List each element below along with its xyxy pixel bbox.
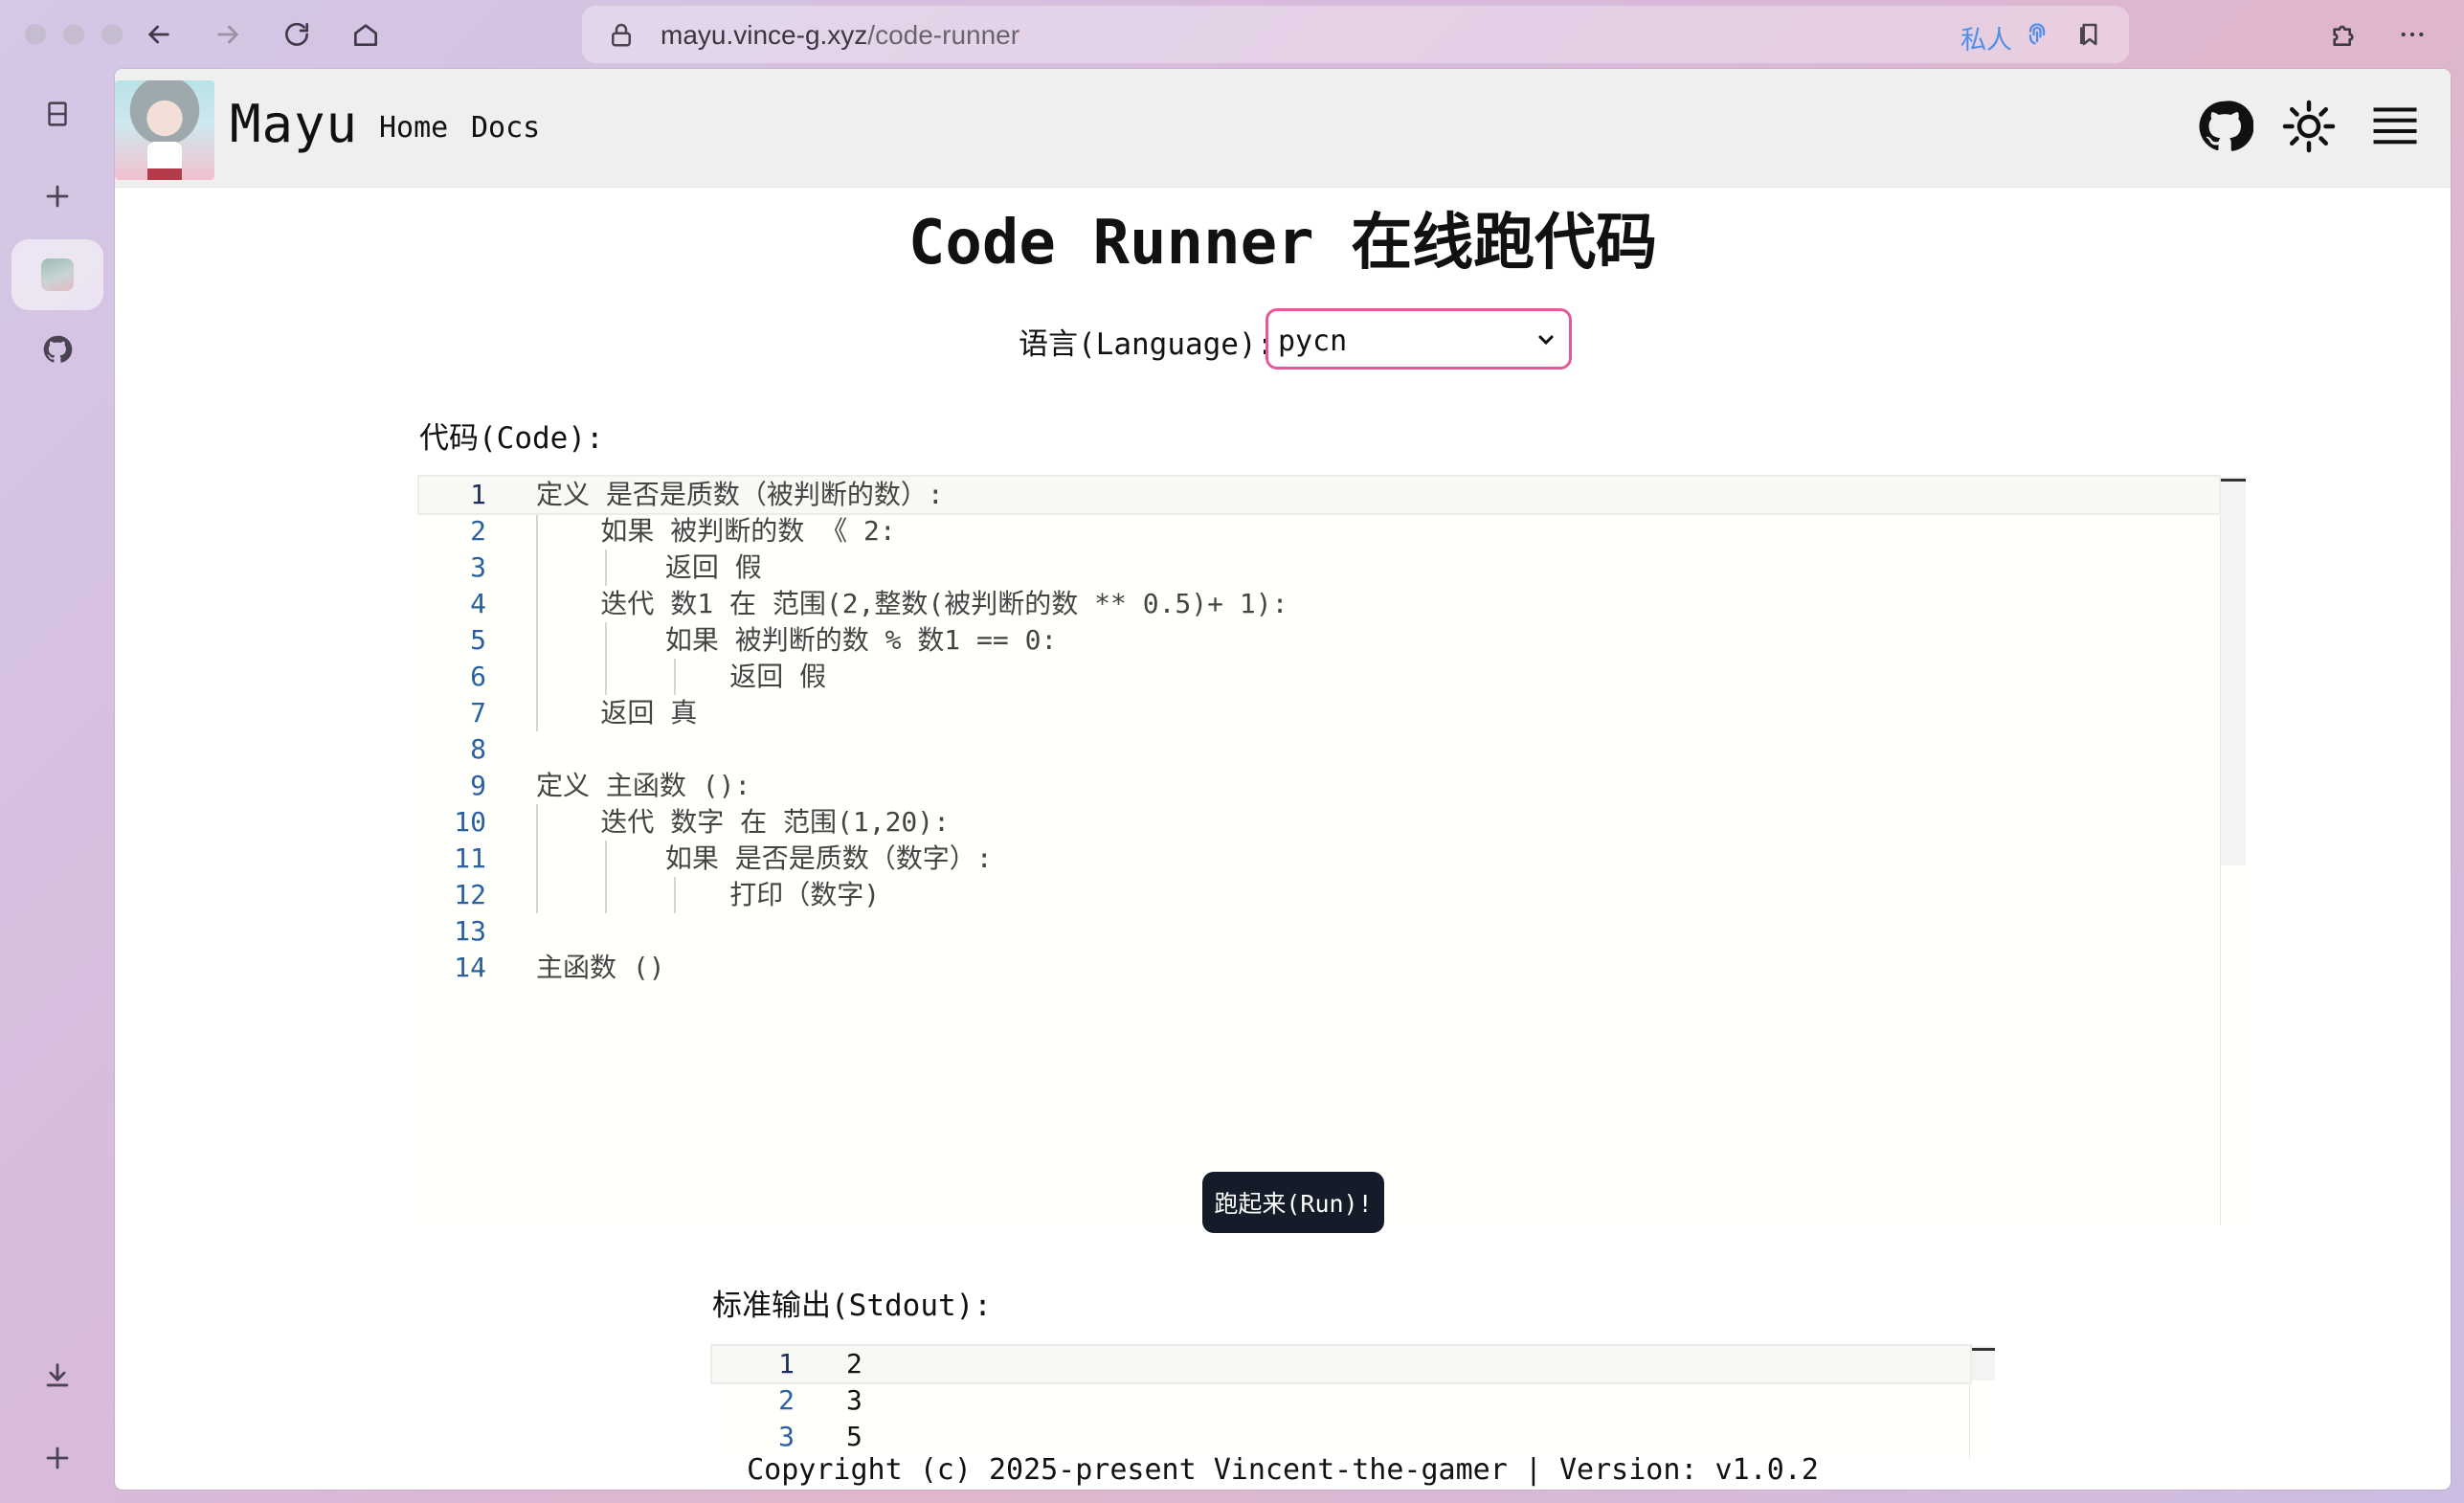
stdout-line: 12: [710, 1344, 1972, 1384]
zoom-window-button[interactable]: [101, 24, 123, 45]
stdout-line: 35: [778, 1421, 862, 1452]
arrow-left-icon: [147, 25, 169, 44]
reload-button[interactable]: [276, 13, 318, 56]
code-line[interactable]: 4 迭代 数1 在 范围(2,整数(被判断的数 ** 0.5)+ 1):: [419, 586, 2219, 622]
code-line[interactable]: 2 如果 被判断的数 《 2:: [419, 513, 2219, 550]
back-button[interactable]: [138, 13, 180, 56]
menu-button[interactable]: [2366, 98, 2424, 155]
page-title: Code Runner 在线跑代码: [907, 208, 1658, 279]
language-label: 语言(Language):: [1019, 327, 1275, 362]
sun-icon: [2282, 100, 2336, 153]
code-line[interactable]: 9 定义 主函数 ():: [419, 768, 2219, 804]
calendar-icon: [48, 101, 67, 126]
github-icon: [2199, 101, 2254, 151]
code-line[interactable]: 11 如果 是否是质数（数字）:: [419, 841, 2219, 877]
site-header: Mayu Home Docs: [115, 69, 2451, 188]
lock-icon: [612, 23, 631, 47]
sidebar-item-new[interactable]: [11, 161, 103, 232]
site-title[interactable]: Mayu: [230, 94, 358, 154]
github-icon: [43, 335, 73, 363]
url-text[interactable]: mayu.vince-g.xyz/code-runner: [661, 20, 1019, 51]
hamburger-menu-icon: [2373, 107, 2417, 145]
minimize-window-button[interactable]: [63, 24, 84, 45]
site-logo-avatar[interactable]: [115, 80, 214, 180]
bookmark-icon[interactable]: [2075, 19, 2104, 50]
reload-icon: [285, 22, 308, 46]
forward-button[interactable]: [207, 13, 249, 56]
extensions-button[interactable]: [2322, 13, 2364, 56]
plus-icon: [46, 1447, 69, 1469]
stdout-scrollbar[interactable]: [1970, 1346, 1995, 1380]
code-line[interactable]: 6 返回 假: [419, 659, 2219, 695]
download-icon: [46, 1363, 69, 1387]
code-line[interactable]: 5 如果 被判断的数 % 数1 == 0:: [419, 622, 2219, 659]
sidebar-item-github[interactable]: [11, 314, 103, 385]
editor-scrollbar[interactable]: [2221, 477, 2246, 865]
nav-link-home[interactable]: Home: [379, 111, 448, 145]
close-window-button[interactable]: [25, 24, 46, 45]
browser-toolbar: mayu.vince-g.xyz/code-runner 私人: [0, 0, 2464, 69]
code-line[interactable]: 12 打印（数字): [419, 877, 2219, 913]
theme-toggle-button[interactable]: [2280, 98, 2338, 155]
language-select[interactable]: pycn: [1266, 308, 1572, 370]
code-line[interactable]: 1 定义 是否是质数（被判断的数）:: [417, 475, 2221, 515]
stdout-output[interactable]: 12 23 35: [710, 1344, 1995, 1459]
private-mode-label: 私人: [1960, 26, 2012, 56]
web-page: Mayu Home Docs Code Runner 在线跑代码 语言(Lang…: [115, 69, 2451, 1490]
more-menu-button[interactable]: [2391, 13, 2433, 56]
code-line[interactable]: 3 返回 假: [419, 550, 2219, 586]
arrow-right-icon: [217, 25, 239, 44]
more-horizontal-icon: [2401, 32, 2424, 37]
fingerprint-icon[interactable]: [2024, 20, 2050, 49]
sidebar-item-calendar[interactable]: [11, 79, 103, 149]
plus-icon: [46, 185, 69, 208]
code-editor[interactable]: 1 定义 是否是质数（被判断的数）: 2 如果 被判断的数 《 2: 3 返回 假…: [417, 475, 2246, 1225]
sidebar-item-mayu[interactable]: [11, 239, 103, 310]
page-footer: Copyright (c) 2025-present Vincent-the-g…: [747, 1453, 1819, 1487]
code-line[interactable]: 7 返回 真: [419, 695, 2219, 731]
home-icon: [354, 24, 377, 46]
mayu-avatar-icon: [41, 258, 74, 291]
stdout-line: 23: [778, 1384, 862, 1416]
code-line[interactable]: 13: [419, 913, 2219, 950]
code-label: 代码(Code):: [419, 421, 604, 456]
sidebar-item-downloads[interactable]: [11, 1340, 103, 1411]
home-button[interactable]: [345, 13, 387, 56]
github-link[interactable]: [2196, 98, 2254, 155]
address-bar[interactable]: mayu.vince-g.xyz/code-runner 私人: [582, 6, 2129, 63]
code-line[interactable]: 8: [419, 731, 2219, 768]
stdout-label: 标准输出(Stdout):: [712, 1289, 992, 1323]
nav-link-docs[interactable]: Docs: [471, 111, 540, 145]
code-line[interactable]: 14 主函数 (): [419, 950, 2219, 986]
code-line[interactable]: 10 迭代 数字 在 范围(1,20):: [419, 804, 2219, 841]
sidebar-item-add-panel[interactable]: [11, 1423, 103, 1493]
language-select-value: pycn: [1278, 325, 1348, 358]
run-button[interactable]: 跑起来(Run)!: [1202, 1172, 1384, 1233]
puzzle-icon: [2333, 25, 2354, 46]
chevron-down-icon: [1538, 335, 1554, 346]
